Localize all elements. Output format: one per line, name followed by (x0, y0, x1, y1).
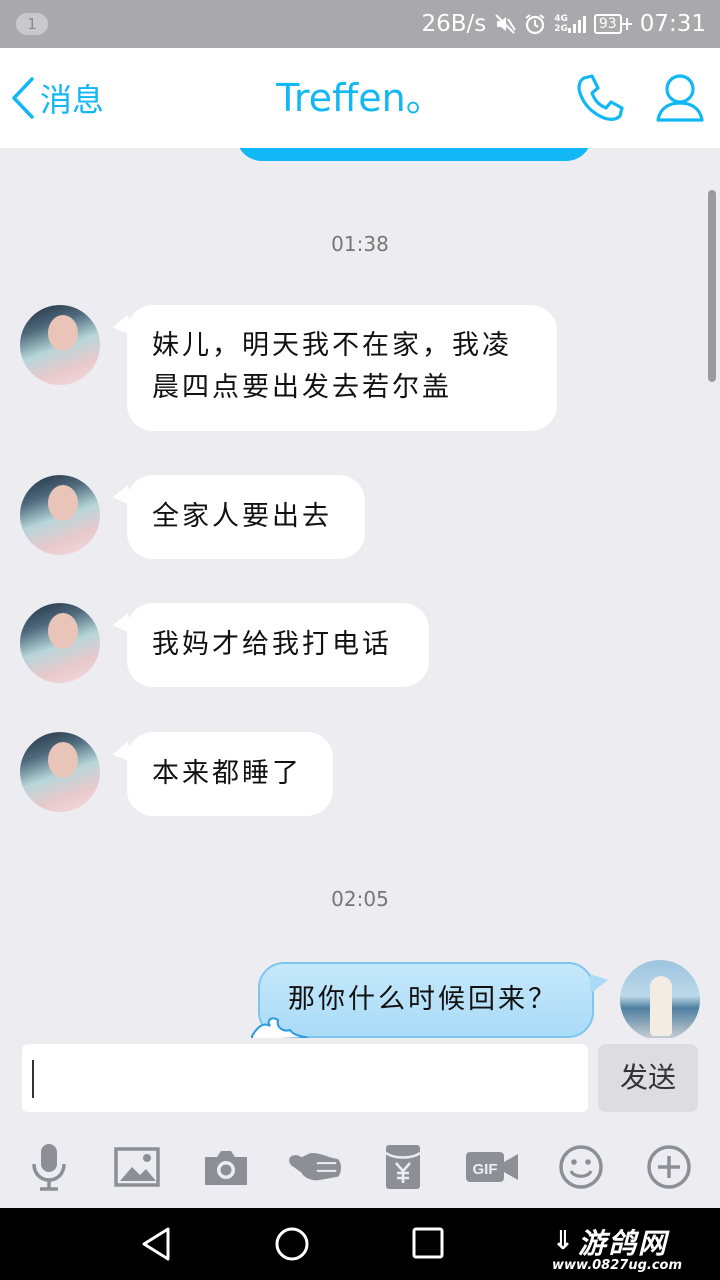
incoming-message-bubble[interactable]: 本来都睡了 (127, 732, 333, 816)
timestamp: 01:38 (331, 232, 389, 256)
system-nav-bar: ⇓ 游鸽网 www.0827ug.com (0, 1208, 720, 1280)
status-bar: 1 26B/s 4G 2G 93 07:31 (0, 0, 720, 48)
message-input[interactable] (22, 1044, 588, 1112)
nav-recents-button[interactable] (411, 1226, 445, 1264)
call-button[interactable] (574, 72, 626, 128)
incoming-message-bubble[interactable]: 我妈才给我打电话 (127, 603, 429, 687)
contact-avatar[interactable] (20, 305, 100, 385)
emoji-button[interactable] (554, 1140, 608, 1194)
contact-avatar[interactable] (20, 603, 100, 683)
poke-icon (289, 1152, 342, 1181)
chat-header: 消息 Treffen。 (0, 48, 720, 148)
watermark-logo: ⇓ 游鸽网 www.0827ug.com (548, 1216, 720, 1276)
previous-message-bubble[interactable] (236, 148, 592, 161)
status-bar-right: 26B/s 4G 2G 93 07:31 (421, 0, 706, 48)
wave-decoration-icon (251, 1017, 309, 1038)
message-text: 那你什么时候回来？ (288, 984, 558, 1015)
incoming-message-bubble[interactable]: 妹儿，明天我不在家，我凌 晨四点要出发去若尔盖 (127, 305, 557, 431)
phone-icon (577, 74, 624, 121)
red-packet-button[interactable] (376, 1140, 430, 1194)
camera-icon (205, 1151, 247, 1185)
red-packet-icon (385, 1145, 421, 1189)
my-avatar[interactable] (620, 960, 700, 1038)
input-row: 发送 (0, 1038, 720, 1126)
circle-home-icon (275, 1227, 309, 1261)
image-button[interactable] (110, 1140, 164, 1194)
emoji-icon (559, 1145, 603, 1189)
send-button[interactable]: 发送 (598, 1044, 698, 1112)
contact-avatar[interactable] (20, 475, 100, 555)
alarm-icon (524, 13, 546, 35)
message-text: 本来都睡了 (152, 758, 302, 789)
watermark-url: www.0827ug.com (552, 1258, 682, 1273)
voice-button[interactable] (22, 1140, 76, 1194)
image-icon (114, 1147, 160, 1187)
message-text-line: 晨四点要出发去若尔盖 (152, 372, 452, 403)
message-list[interactable]: 01:38 妹儿，明天我不在家，我凌 晨四点要出发去若尔盖 全家人要出去 我妈才… (0, 148, 720, 1038)
nav-back-button[interactable] (140, 1226, 172, 1266)
notification-count-badge: 1 (16, 13, 48, 35)
network-speed: 26B/s (421, 11, 487, 37)
mute-icon (494, 13, 517, 35)
timestamp: 02:05 (331, 887, 389, 911)
user-icon (656, 74, 704, 122)
more-button[interactable] (642, 1140, 696, 1194)
gif-icon: GIF (466, 1152, 518, 1182)
microphone-icon (32, 1144, 66, 1191)
message-text: 全家人要出去 (152, 501, 332, 532)
incoming-message-bubble[interactable]: 全家人要出去 (127, 475, 365, 559)
square-recents-icon (412, 1227, 444, 1259)
camera-button[interactable] (199, 1140, 253, 1194)
nav-home-button[interactable] (274, 1226, 310, 1266)
triangle-back-icon (142, 1227, 170, 1261)
contact-avatar[interactable] (20, 732, 100, 812)
battery-icon: 93 (593, 14, 632, 34)
gif-button[interactable]: GIF (464, 1140, 520, 1194)
text-caret (32, 1060, 34, 1098)
outgoing-message-bubble[interactable]: 那你什么时候回来？ (251, 962, 608, 1038)
download-arrow-icon: ⇓ (552, 1226, 574, 1256)
scrollbar[interactable] (708, 190, 716, 382)
status-time: 07:31 (639, 11, 706, 37)
plus-icon (647, 1145, 691, 1189)
message-text-line: 妹儿，明天我不在家，我凌 (152, 330, 512, 361)
svg-text:GIF: GIF (473, 1161, 498, 1178)
message-text: 我妈才给我打电话 (152, 629, 392, 660)
input-toolbar: GIF (0, 1126, 720, 1208)
profile-button[interactable] (655, 72, 705, 128)
poke-button[interactable] (288, 1140, 342, 1194)
signal-icon: 4G 2G (554, 14, 586, 34)
watermark-text: 游鸽网 (578, 1227, 669, 1260)
